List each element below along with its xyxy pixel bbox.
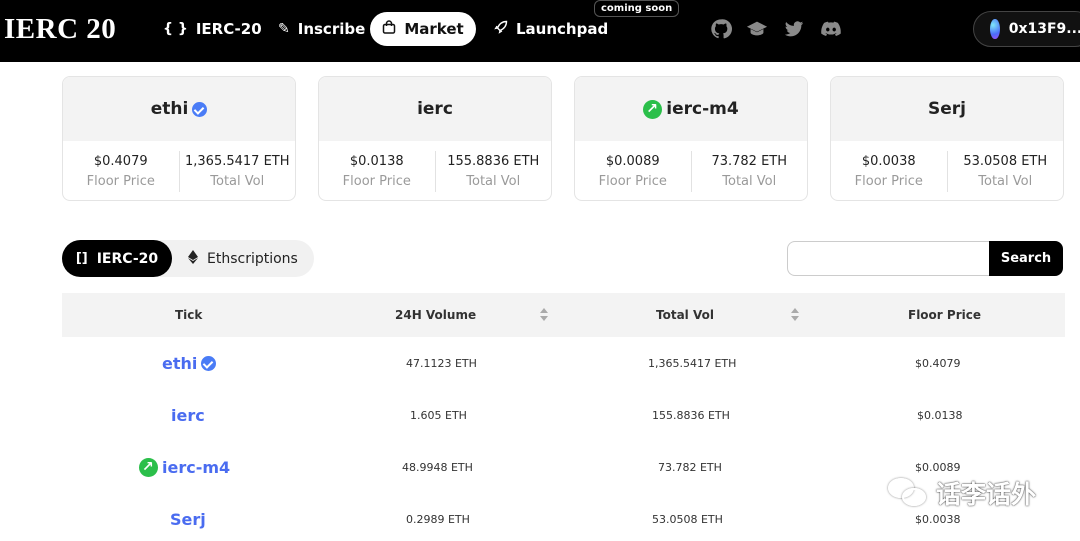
card-title: Serj [831, 77, 1063, 141]
total-vol-cell: 155.8836 ETH [652, 408, 730, 422]
wallet-avatar [990, 19, 1000, 39]
card-floor-label: Floor Price [854, 174, 923, 189]
card-vol-label: Total Vol [722, 174, 777, 189]
top-navbar: IERC 20 { } IERC-20 ✎ Inscribe Market La… [0, 0, 1080, 62]
watermark-text: 话李话外 [936, 480, 1037, 509]
discord-icon[interactable] [820, 18, 842, 40]
column-header-total-vol[interactable]: Total Vol [656, 293, 714, 337]
github-icon[interactable] [710, 18, 732, 40]
card-vol-value: 53.0508 ETH [963, 154, 1048, 169]
card-floor-value: $0.0138 [349, 154, 404, 169]
coming-soon-badge: coming soon [594, 0, 680, 17]
site-logo[interactable]: IERC 20 [4, 13, 116, 46]
tick-cell: Serj [170, 493, 206, 541]
card-floor-label: Floor Price [86, 174, 155, 189]
nav-market[interactable]: Market [370, 12, 476, 46]
wechat-icon [888, 476, 928, 510]
search-input[interactable] [787, 241, 990, 276]
tab-ierc20-label: IERC-20 [96, 250, 159, 267]
card-floor-label: Floor Price [342, 174, 411, 189]
volume-24h-cell: 0.2989 ETH [406, 512, 470, 526]
verified-badge-icon [201, 355, 217, 371]
tab-ierc20[interactable]: [] IERC-20 [62, 240, 172, 277]
tick-link[interactable]: Serj [170, 510, 206, 529]
card-title-text: ethi [150, 99, 189, 119]
column-header-24h-volume[interactable]: 24H Volume [395, 293, 476, 337]
verified-badge-icon [192, 101, 208, 117]
nav-inscribe-label: Inscribe [297, 20, 366, 38]
total-vol-cell: 53.0508 ETH [652, 512, 723, 526]
total-vol-cell: 73.782 ETH [658, 460, 722, 474]
nav-ierc20[interactable]: { } IERC-20 [163, 12, 262, 46]
floor-price-cell: $0.4079 [915, 356, 961, 370]
table-row[interactable]: ethi 47.1123 ETH 1,365.5417 ETH $0.4079 [62, 337, 1065, 389]
volume-24h-cell: 1.605 ETH [410, 408, 467, 422]
card-title-text: ierc-m4 [666, 99, 739, 119]
wallet-button[interactable]: 0x13F9...3 [973, 11, 1080, 47]
tick-cell: ethi [162, 337, 217, 389]
wallet-address: 0x13F9...3 [1008, 21, 1080, 37]
card-vol-label: Total Vol [978, 174, 1033, 189]
card-floor-value: $0.0038 [861, 154, 916, 169]
column-header-tick: Tick [175, 308, 203, 322]
card-title: ierc [319, 77, 551, 141]
floor-price-cell: $0.0138 [917, 408, 963, 422]
stat-card-ethi[interactable]: ethi $0.4079 Floor Price 1,365.5417 ETH … [62, 76, 296, 201]
sort-icon[interactable] [791, 308, 799, 322]
tick-link[interactable]: ierc-m4 [162, 458, 230, 477]
ethereum-icon [188, 249, 198, 268]
card-title: ierc-m4 [575, 77, 807, 141]
tick-cell: ierc [171, 389, 205, 441]
card-title-text: Serj [928, 99, 966, 119]
nav-market-label: Market [404, 20, 464, 38]
search-button[interactable]: Search [989, 241, 1063, 276]
trend-up-icon [139, 457, 158, 477]
total-vol-cell: 1,365.5417 ETH [648, 356, 737, 370]
volume-24h-cell: 47.1123 ETH [406, 356, 477, 370]
protocol-toggle: [] IERC-20 Ethscriptions [62, 240, 314, 277]
tick-link[interactable]: ierc [171, 406, 205, 425]
card-vol-value: 155.8836 ETH [447, 154, 540, 169]
stat-card-ierc[interactable]: ierc $0.0138 Floor Price 155.8836 ETH To… [318, 76, 552, 201]
bracket-icon: [] [75, 251, 88, 266]
card-title-text: ierc [417, 99, 453, 119]
tick-link[interactable]: ethi [162, 354, 197, 373]
wechat-watermark: 话李话外 [888, 475, 1036, 511]
tab-ethscriptions[interactable]: Ethscriptions [188, 240, 298, 277]
rocket-icon [494, 20, 508, 38]
table-header: Tick 24H Volume Total Vol Floor Price [62, 293, 1065, 337]
feather-icon: ✎ [278, 21, 290, 37]
volume-24h-cell: 48.9948 ETH [402, 460, 473, 474]
braces-icon: { } [163, 21, 188, 37]
sort-icon[interactable] [540, 308, 548, 322]
card-floor-value: $0.4079 [93, 154, 148, 169]
card-floor-value: $0.0089 [605, 154, 660, 169]
card-vol-value: 73.782 ETH [711, 154, 788, 169]
card-vol-label: Total Vol [210, 174, 265, 189]
column-header-floor-price: Floor Price [908, 308, 981, 322]
stat-card-ierc-m4[interactable]: ierc-m4 $0.0089 Floor Price 73.782 ETH T… [574, 76, 808, 201]
tab-ethscriptions-label: Ethscriptions [207, 250, 298, 267]
stat-card-serj[interactable]: Serj $0.0038 Floor Price 53.0508 ETH Tot… [830, 76, 1064, 201]
twitter-icon[interactable] [783, 18, 805, 40]
nav-ierc20-label: IERC-20 [195, 20, 262, 38]
trend-up-icon [643, 99, 663, 119]
nav-launchpad[interactable]: Launchpad [494, 12, 608, 46]
card-vol-value: 1,365.5417 ETH [185, 154, 290, 169]
table-row[interactable]: ierc 1.605 ETH 155.8836 ETH $0.0138 [62, 389, 1065, 441]
card-title: ethi [63, 77, 295, 141]
graduation-cap-icon[interactable] [746, 18, 768, 40]
card-vol-label: Total Vol [466, 174, 521, 189]
nav-inscribe[interactable]: ✎ Inscribe [278, 12, 365, 46]
card-floor-label: Floor Price [598, 174, 667, 189]
nav-launchpad-label: Launchpad [516, 20, 609, 38]
tick-cell: ierc-m4 [139, 441, 230, 493]
shopping-bag-icon [382, 20, 396, 38]
